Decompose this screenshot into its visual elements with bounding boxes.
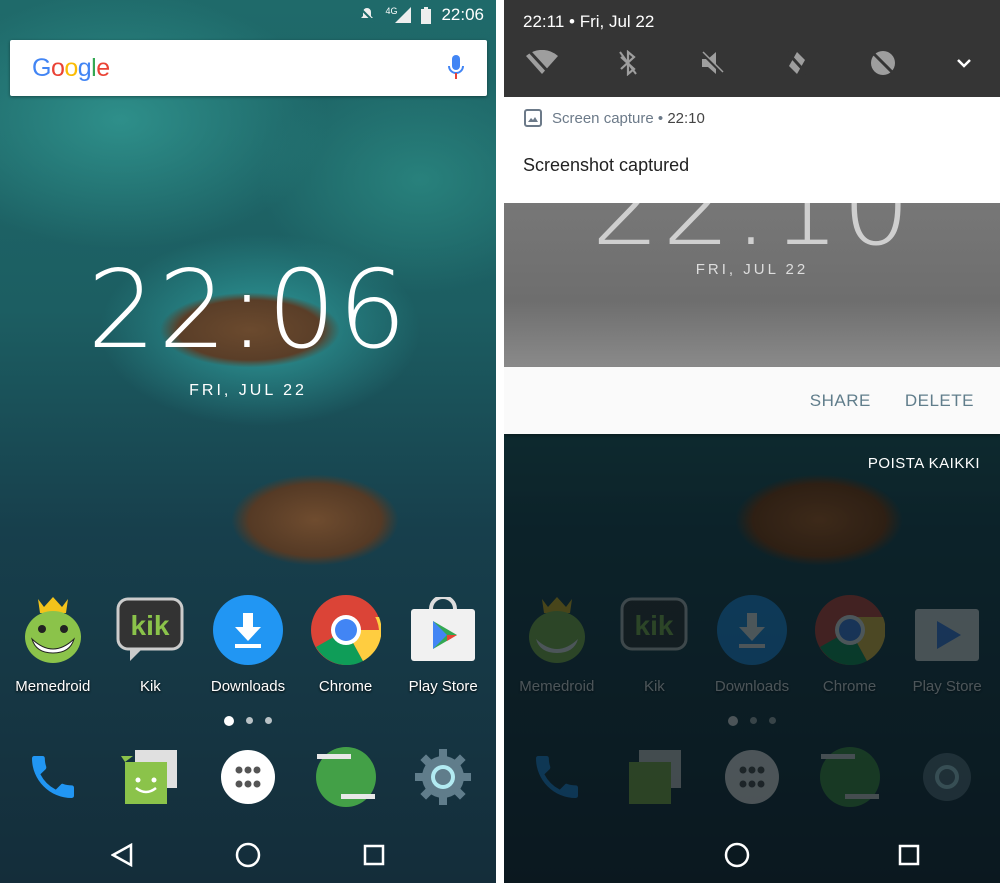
image-icon bbox=[524, 109, 542, 127]
google-search-bar[interactable]: Google bbox=[10, 40, 487, 96]
preview-date: FRI, JUL 22 bbox=[695, 261, 809, 278]
recents-icon[interactable] bbox=[363, 844, 385, 866]
shade-datetime: 22:11 • Fri, Jul 22 bbox=[523, 12, 655, 31]
app-drawer-icon[interactable] bbox=[216, 745, 280, 809]
bluetooth-off-icon[interactable] bbox=[618, 50, 638, 76]
app-chrome[interactable]: Chrome bbox=[298, 595, 394, 695]
page-indicator bbox=[0, 716, 496, 726]
screenshot-notification[interactable]: Screen capture • 22:10 Screenshot captur… bbox=[504, 97, 1000, 203]
page-dot-active bbox=[224, 716, 234, 726]
location-off-icon[interactable] bbox=[870, 50, 896, 76]
kik-icon: kik bbox=[115, 595, 185, 665]
page-dot bbox=[246, 717, 253, 724]
notification-time: 22:10 bbox=[667, 109, 705, 127]
quick-settings-header: 22:11 • Fri, Jul 22 bbox=[504, 0, 1000, 97]
chevron-down-icon[interactable] bbox=[956, 58, 972, 68]
app-downloads[interactable]: Downloads bbox=[200, 595, 296, 695]
notification-title: Screenshot captured bbox=[523, 155, 690, 175]
date-widget: FRI, JUL 22 bbox=[189, 382, 307, 399]
hangouts-icon[interactable] bbox=[314, 745, 378, 809]
clock-widget[interactable]: 22:06 bbox=[0, 248, 496, 373]
back-icon[interactable] bbox=[111, 843, 133, 867]
memedroid-icon bbox=[18, 595, 88, 665]
navigation-bar bbox=[0, 830, 496, 880]
svg-text:kik: kik bbox=[131, 610, 170, 641]
dock bbox=[0, 745, 496, 809]
home-icon[interactable] bbox=[724, 842, 750, 868]
app-memedroid[interactable]: Memedroid bbox=[5, 595, 101, 695]
app-label: Kik bbox=[139, 678, 161, 695]
messenger-icon[interactable] bbox=[118, 745, 182, 809]
settings-icon[interactable] bbox=[411, 745, 475, 809]
wifi-off-icon[interactable] bbox=[526, 50, 558, 76]
screenshot-preview[interactable]: 22:10 FRI, JUL 22 bbox=[504, 203, 1000, 367]
status-bar: 4G 22:06 bbox=[0, 0, 496, 30]
app-kik[interactable]: kik Kik bbox=[102, 595, 198, 695]
battery-icon bbox=[421, 6, 432, 24]
recents-icon[interactable] bbox=[898, 844, 920, 866]
app-label: Play Store bbox=[408, 678, 478, 695]
notification-shade-screen: Memedroid kik Kik Downloads Chrome Play S… bbox=[504, 0, 1000, 883]
preview-clock: 22:10 bbox=[591, 203, 913, 270]
navigation-bar bbox=[504, 830, 1000, 880]
downloads-icon bbox=[212, 595, 283, 665]
rotation-off-icon[interactable] bbox=[785, 50, 809, 76]
home-screen: 4G 22:06 Google 22:06 FRI, JUL 22 Memedr… bbox=[0, 0, 496, 883]
notification-actions: SHARE DELETE bbox=[504, 367, 1000, 434]
notifications-off-icon bbox=[359, 7, 376, 23]
mic-icon[interactable] bbox=[447, 55, 465, 81]
delete-button[interactable]: DELETE bbox=[905, 391, 974, 411]
home-icon[interactable] bbox=[235, 842, 261, 868]
phone-icon[interactable] bbox=[21, 745, 85, 809]
app-label: Downloads bbox=[210, 678, 286, 695]
app-row: Memedroid kik Kik Downloads Chrome Play … bbox=[0, 595, 496, 695]
status-time: 22:06 bbox=[441, 5, 484, 24]
clear-all-button[interactable]: POISTA KAIKKI bbox=[868, 455, 980, 472]
google-logo: Google bbox=[32, 53, 110, 82]
share-button[interactable]: SHARE bbox=[810, 391, 871, 411]
play-store-icon bbox=[408, 595, 478, 665]
chrome-icon bbox=[310, 595, 381, 665]
sound-off-icon[interactable] bbox=[699, 50, 725, 76]
app-label: Memedroid bbox=[15, 678, 91, 695]
app-play-store[interactable]: Play Store bbox=[395, 595, 491, 695]
page-dot bbox=[265, 717, 272, 724]
signal-icon bbox=[395, 7, 412, 23]
notification-app: Screen capture bbox=[552, 109, 654, 127]
app-label: Chrome bbox=[318, 678, 373, 695]
